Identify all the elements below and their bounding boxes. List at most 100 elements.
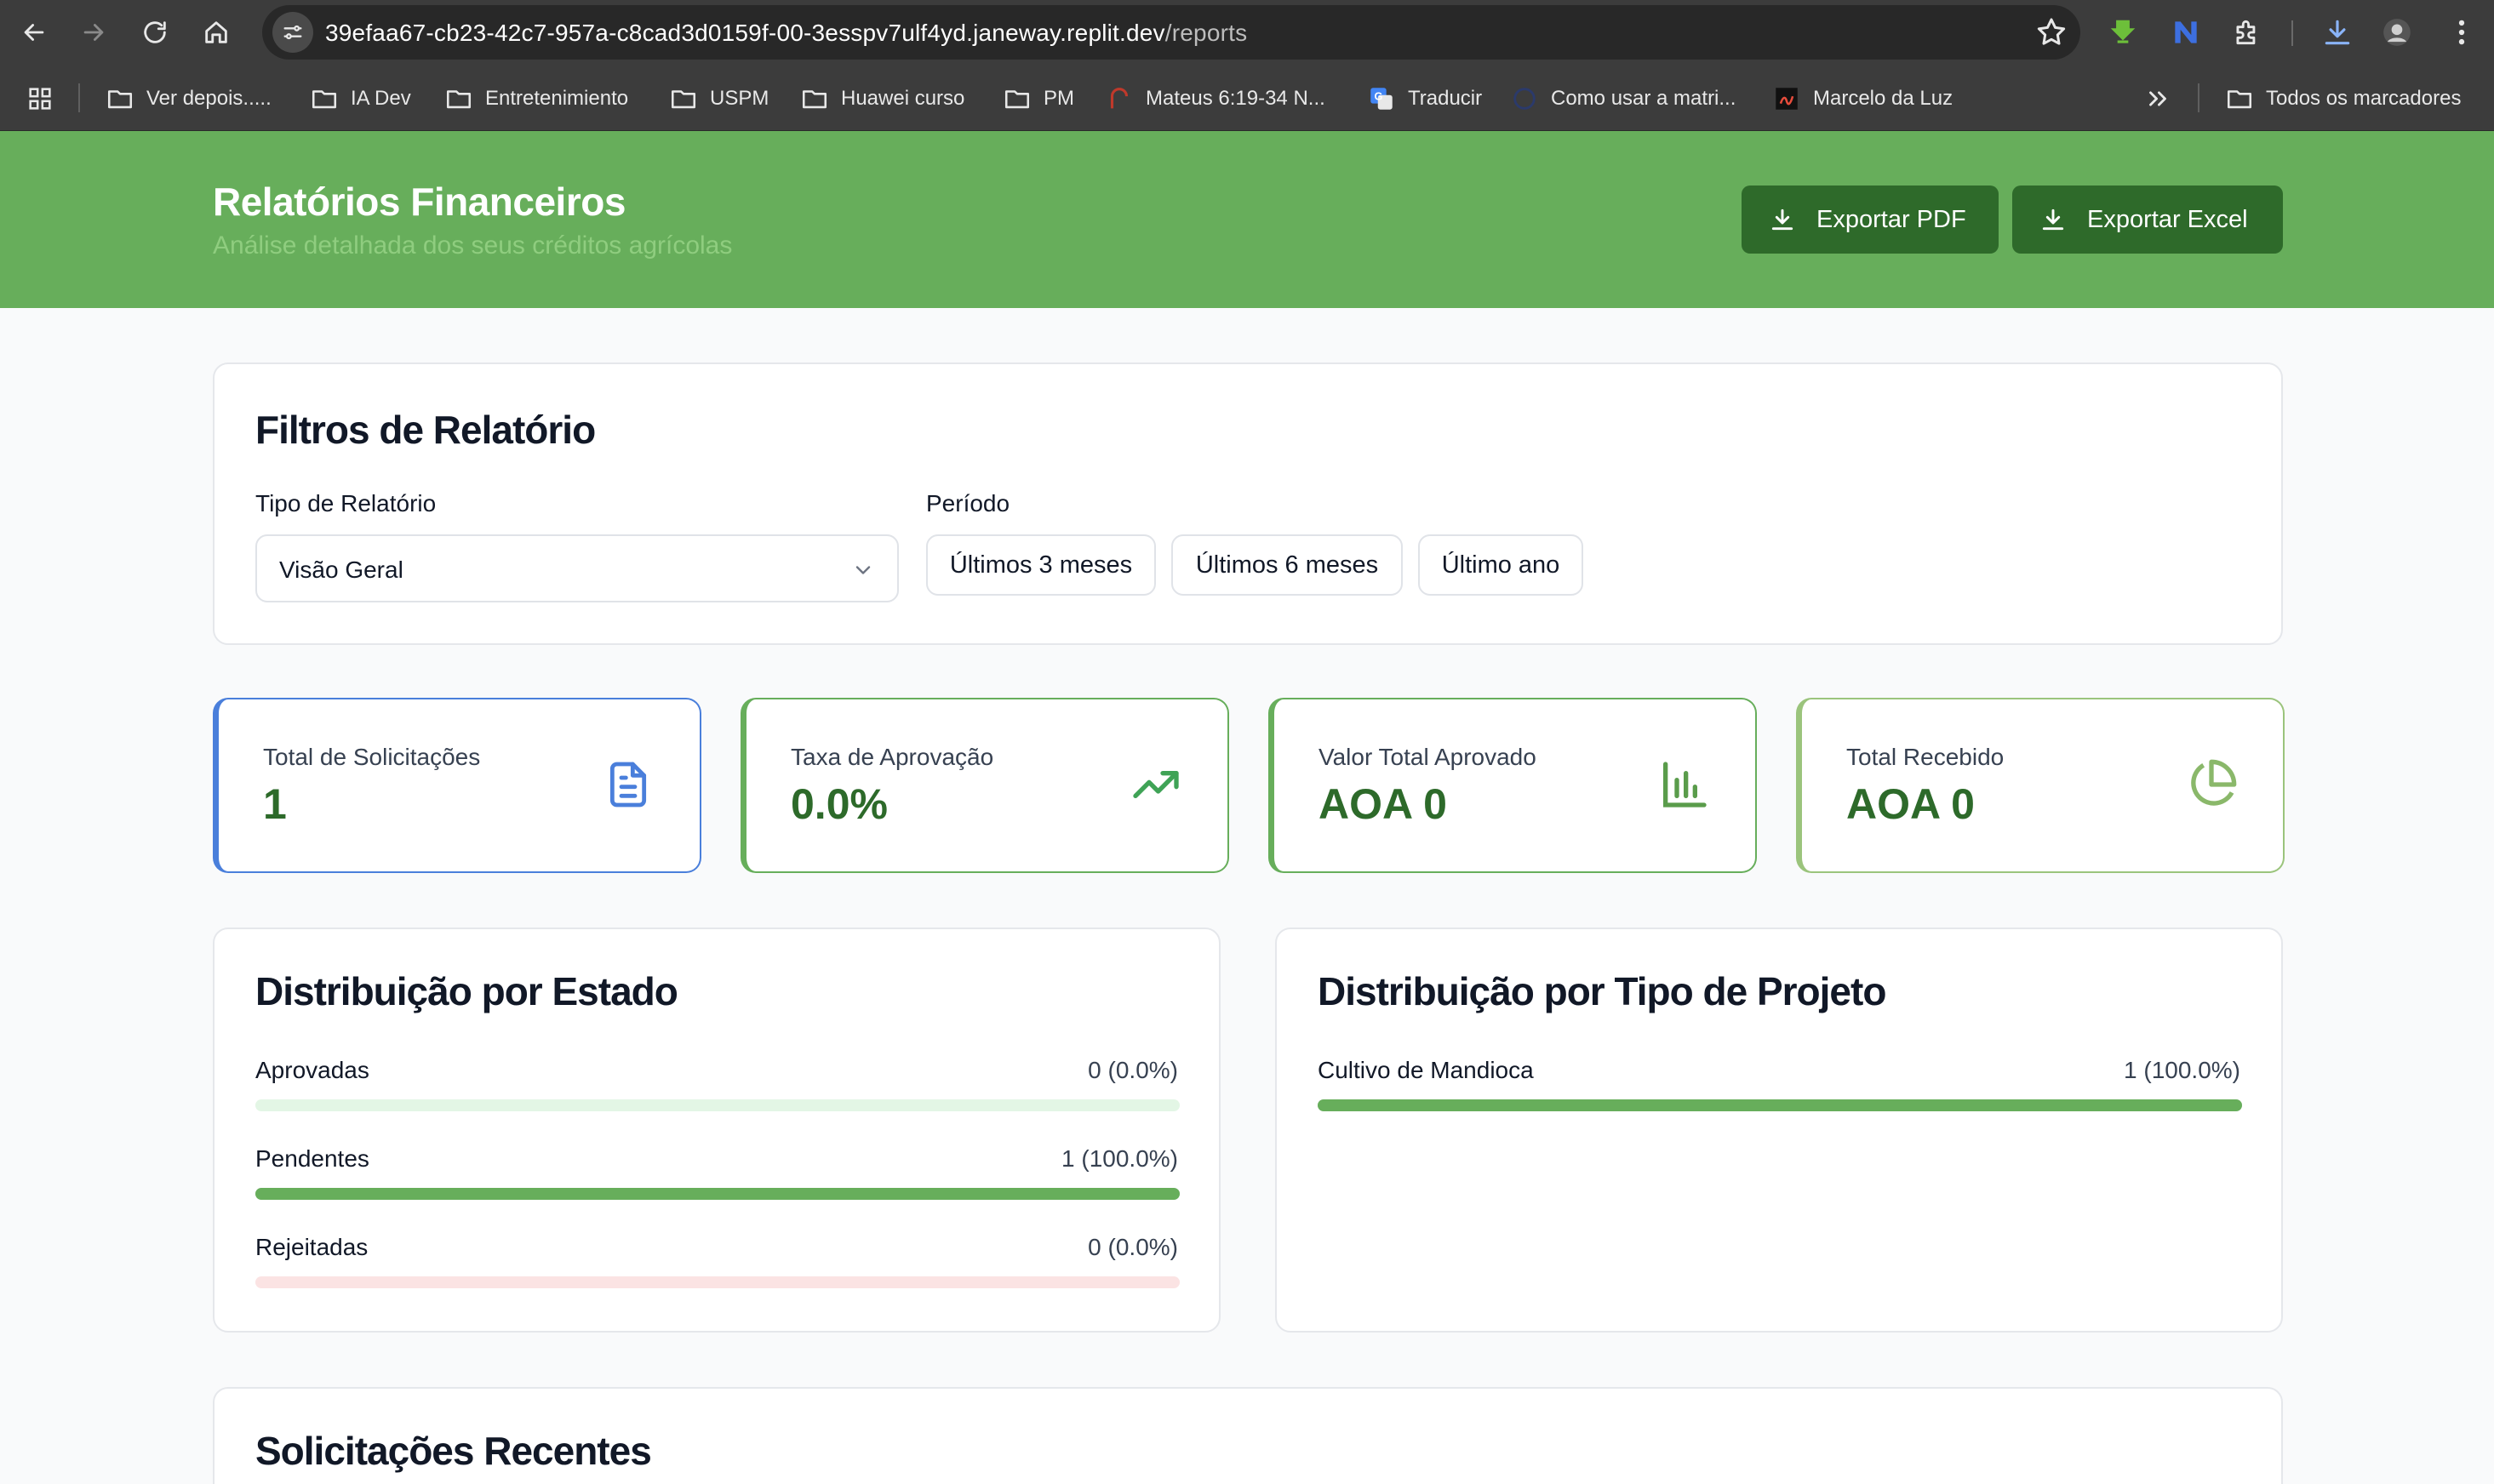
extensions-button[interactable] xyxy=(2227,12,2268,53)
status-progress-bar xyxy=(255,1276,1180,1288)
address-bar[interactable]: 39efaa67-cb23-42c7-957a-c8cad3d0159f-00-… xyxy=(262,5,2080,60)
period-3-months-button[interactable]: Últimos 3 meses xyxy=(926,534,1156,596)
stat-card-total-approved: Valor Total Aprovado AOA 0 xyxy=(1268,698,1757,873)
bookmark-item[interactable]: G Traducir xyxy=(1367,82,1482,116)
browser-toolbar: 39efaa67-cb23-42c7-957a-c8cad3d0159f-00-… xyxy=(0,0,2494,65)
bookmark-label: Entretenimiento xyxy=(485,87,629,110)
bible-site-icon xyxy=(1110,88,1129,109)
stat-value: AOA 0 xyxy=(1846,780,1975,828)
url-host: 39efaa67-cb23-42c7-957a-c8cad3d0159f-00-… xyxy=(325,20,1165,46)
project-row-value: 1 (100.0%) xyxy=(2124,1057,2240,1083)
stat-value: 1 xyxy=(263,780,287,828)
export-excel-label: Exportar Excel xyxy=(2087,205,2248,233)
trending-up-icon xyxy=(1133,771,1179,798)
folder-icon xyxy=(2227,90,2252,109)
period-last-year-button[interactable]: Último ano xyxy=(1418,534,1583,596)
bar-chart-icon xyxy=(1663,762,1707,808)
download-icon xyxy=(1771,208,1793,231)
extension-n-button[interactable] xyxy=(2165,12,2206,53)
pie-chart-icon xyxy=(2191,759,2237,806)
stat-label: Total de Solicitações xyxy=(263,744,481,770)
folder-icon xyxy=(802,90,827,109)
status-progress-fill xyxy=(255,1188,1180,1200)
report-type-label: Tipo de Relatório xyxy=(255,490,437,517)
home-button[interactable] xyxy=(196,12,237,53)
green-arrow-down-icon xyxy=(2110,20,2136,43)
period-6-months-button[interactable]: Últimos 6 meses xyxy=(1171,534,1403,596)
status-row-value: 1 (100.0%) xyxy=(1061,1145,1178,1172)
project-distribution-card: Distribuição por Tipo de Projeto Cultivo… xyxy=(1275,928,2283,1333)
reload-button[interactable] xyxy=(134,12,175,53)
downloads-button[interactable] xyxy=(2317,12,2358,53)
more-bookmarks-button[interactable] xyxy=(2143,82,2172,116)
stat-card-total-received: Total Recebido AOA 0 xyxy=(1796,698,2285,873)
n-logo-icon xyxy=(2175,21,2197,43)
bookmark-item[interactable]: IA Dev xyxy=(310,82,411,116)
export-pdf-button[interactable]: Exportar PDF xyxy=(1742,186,1999,254)
forward-button[interactable] xyxy=(73,12,114,53)
toolbar-divider xyxy=(2291,20,2293,46)
recent-requests-title: Solicitações Recentes xyxy=(255,1429,652,1473)
avatar-icon xyxy=(2383,19,2411,46)
export-pdf-label: Exportar PDF xyxy=(1816,205,1966,233)
stat-label: Valor Total Aprovado xyxy=(1319,744,1536,770)
document-icon xyxy=(609,762,647,808)
status-distribution-title: Distribuição por Estado xyxy=(255,969,678,1013)
bookmark-item[interactable]: Como usar a matri... xyxy=(1510,82,1736,116)
bookmark-item[interactable]: Ver depois..... xyxy=(106,82,272,116)
project-row-label: Cultivo de Mandioca xyxy=(1318,1057,1534,1083)
stat-card-approval-rate: Taxa de Aprovação 0.0% xyxy=(741,698,1229,873)
folder-icon xyxy=(1004,90,1030,109)
stat-value: AOA 0 xyxy=(1319,780,1447,828)
arrow-left-icon xyxy=(24,24,44,41)
url-text[interactable]: 39efaa67-cb23-42c7-957a-c8cad3d0159f-00-… xyxy=(325,20,1247,47)
browser-menu-button[interactable] xyxy=(2441,12,2482,53)
bookmark-item[interactable]: Huawei curso xyxy=(800,82,964,116)
bookmark-item[interactable]: USPM xyxy=(669,82,769,116)
status-row-label: Aprovadas xyxy=(255,1057,369,1083)
bookmark-label: USPM xyxy=(710,87,769,110)
status-row-value: 0 (0.0%) xyxy=(1088,1234,1178,1260)
folder-icon xyxy=(312,90,337,109)
status-row-label: Pendentes xyxy=(255,1145,369,1172)
project-distribution-title: Distribuição por Tipo de Projeto xyxy=(1318,969,1886,1013)
stat-value: 0.0% xyxy=(791,780,888,828)
site-icon xyxy=(1513,88,1536,110)
page-subtitle: Análise detalhada dos seus créditos agrí… xyxy=(213,231,733,260)
bookmark-label: Ver depois..... xyxy=(146,87,272,110)
bookmark-label: IA Dev xyxy=(351,87,411,110)
all-bookmarks-button[interactable]: Todos os marcadores xyxy=(2225,82,2461,116)
bookmark-label: PM xyxy=(1044,87,1074,110)
report-type-select[interactable]: Visão Geral xyxy=(255,534,899,602)
status-distribution-card: Distribuição por Estado Aprovadas 0 (0.0… xyxy=(213,928,1221,1333)
arrow-right-icon xyxy=(83,24,104,41)
project-progress-fill xyxy=(1318,1099,2242,1111)
bookmark-item[interactable]: Mateus 6:19-34 N... xyxy=(1105,82,1325,116)
kebab-menu-icon xyxy=(2458,20,2465,45)
page-header: Relatórios Financeiros Análise detalhada… xyxy=(0,131,2494,308)
bookmark-item[interactable]: Entretenimiento xyxy=(444,82,628,116)
home-icon xyxy=(205,21,227,43)
site-info-button[interactable] xyxy=(272,12,313,53)
profile-button[interactable] xyxy=(2377,12,2417,53)
folder-icon xyxy=(446,90,472,109)
download-icon xyxy=(2042,208,2064,231)
chevron-double-right-icon xyxy=(2149,91,2166,106)
status-row-value: 0 (0.0%) xyxy=(1088,1057,1178,1083)
url-path: /reports xyxy=(1164,20,1248,46)
bookmark-label: Marcelo da Luz xyxy=(1813,87,1953,110)
bookmarks-divider xyxy=(78,83,80,112)
download-icon xyxy=(2325,20,2350,45)
bookmark-label: Mateus 6:19-34 N... xyxy=(1146,87,1325,110)
export-excel-button[interactable]: Exportar Excel xyxy=(2012,186,2283,254)
extension-download-button[interactable] xyxy=(2102,12,2143,53)
apps-button[interactable] xyxy=(26,82,54,116)
back-button[interactable] xyxy=(14,12,54,53)
bookmark-item[interactable]: Marcelo da Luz xyxy=(1772,82,1953,116)
bookmark-item[interactable]: PM xyxy=(1003,82,1074,116)
bookmarks-bar: Ver depois..... IA Dev Entretenimiento U… xyxy=(0,65,2494,131)
report-type-value: Visão Geral xyxy=(279,556,403,583)
bookmark-label: Como usar a matri... xyxy=(1551,87,1736,110)
bookmark-star-icon[interactable] xyxy=(2034,15,2068,49)
svg-text:G: G xyxy=(1375,89,1383,102)
